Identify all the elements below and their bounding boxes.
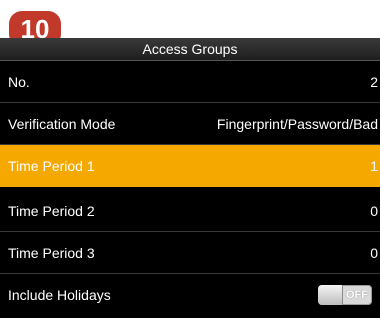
row-label: Time Period 2: [8, 203, 95, 219]
toggle-state-label: OFF: [346, 289, 368, 301]
page-title: Access Groups: [0, 38, 380, 61]
row-time-period-2[interactable]: Time Period 2 0: [0, 190, 380, 232]
row-no[interactable]: No. 2: [0, 61, 380, 103]
row-label: Time Period 1: [8, 158, 95, 174]
row-value: 2: [370, 74, 378, 90]
row-label: No.: [8, 74, 30, 90]
access-groups-screen: Access Groups No. 2 Verification Mode Fi…: [0, 38, 380, 318]
row-value: Fingerprint/Password/Bad: [216, 116, 378, 132]
row-value: 1: [370, 158, 378, 174]
row-time-period-3[interactable]: Time Period 3 0: [0, 232, 380, 274]
row-value: 0: [370, 203, 378, 219]
row-include-holidays[interactable]: Include Holidays OFF: [0, 274, 380, 316]
include-holidays-toggle[interactable]: OFF: [318, 285, 372, 305]
row-verification-mode[interactable]: Verification Mode Fingerprint/Password/B…: [0, 103, 380, 145]
row-label: Include Holidays: [8, 287, 111, 303]
row-label: Verification Mode: [8, 116, 116, 132]
row-label: Time Period 3: [8, 245, 95, 261]
row-value: 0: [370, 245, 378, 261]
toggle-knob: [318, 285, 342, 305]
row-time-period-1[interactable]: Time Period 1 1: [0, 145, 380, 187]
